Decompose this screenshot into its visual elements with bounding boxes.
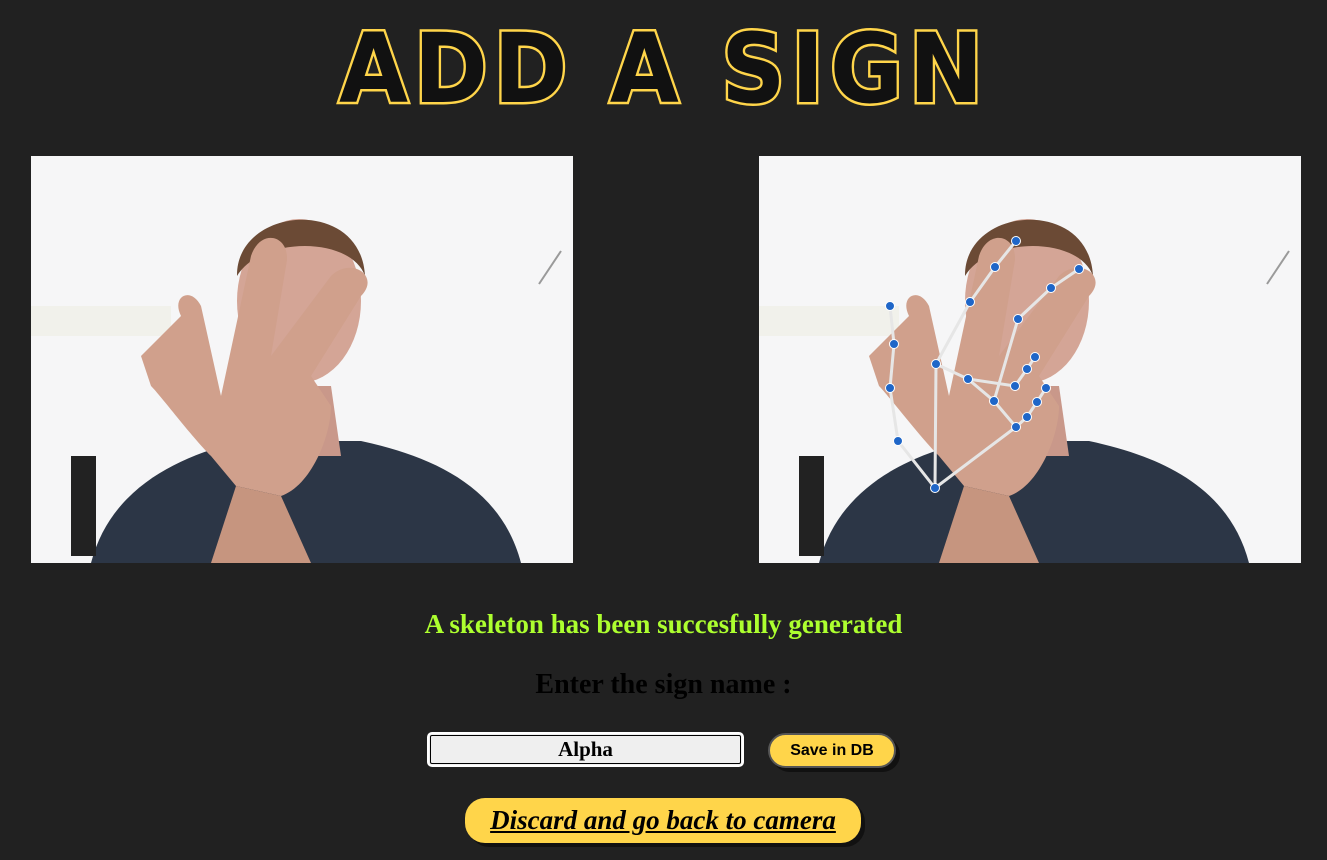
skeleton-image [759, 156, 1301, 563]
save-in-db-button[interactable]: Save in DB [768, 733, 896, 768]
sign-name-prompt: Enter the sign name : [535, 669, 792, 700]
original-image [31, 156, 573, 563]
page-title: ADD A SIGN [336, 18, 989, 118]
discard-button[interactable]: Discard and go back to camera [465, 798, 861, 843]
page-title-text: ADD A SIGN [339, 18, 989, 118]
webcam-scene [759, 156, 1301, 563]
page-title-banner: ADD A SIGN [0, 18, 1327, 118]
success-message: A skeleton has been succesfully generate… [424, 609, 903, 639]
sign-name-input[interactable] [427, 732, 744, 767]
webcam-scene [31, 156, 573, 563]
